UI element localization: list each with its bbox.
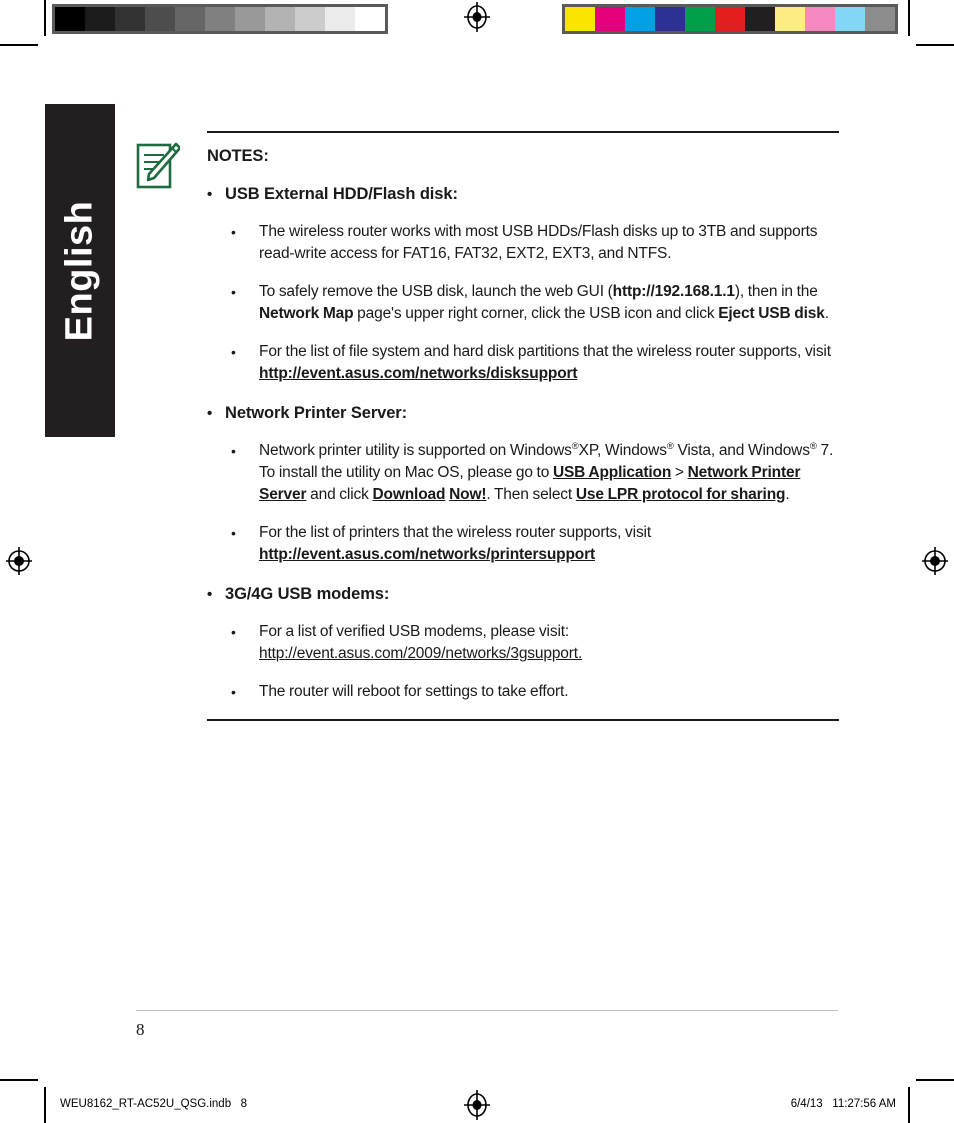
download-now-label-part2: Now! — [449, 486, 487, 503]
color-swatch-2 — [624, 7, 655, 31]
note-section-heading-3g-4g-usb-modems: • 3G/4G USB modems: — [207, 584, 839, 605]
grayscale-swatch-4 — [174, 7, 205, 31]
sub-bullet-marker: • — [231, 624, 236, 640]
download-now-label-part1: Download — [372, 486, 446, 503]
grayscale-swatch-2 — [114, 7, 145, 31]
grayscale-swatch-0 — [55, 7, 85, 31]
note-item: • The wireless router works with most US… — [231, 221, 839, 265]
registration-target-icon-top — [464, 2, 490, 32]
registration-target-icon-right — [922, 546, 948, 576]
crop-mark-bottom-left-vertical — [44, 1087, 46, 1123]
sub-bullet-marker: • — [231, 684, 236, 700]
eject-usb-disk-label: Eject USB disk — [718, 305, 825, 322]
color-swatch-4 — [684, 7, 715, 31]
grayscale-swatch-6 — [234, 7, 265, 31]
note-section-heading-label: USB External HDD/Flash disk: — [225, 185, 458, 203]
note-item-text: To safely remove the USB disk, launch th… — [259, 283, 829, 322]
crop-mark-top-left-vertical — [44, 0, 46, 36]
grayscale-calibration-bar — [52, 4, 388, 34]
registered-mark: ® — [809, 440, 817, 452]
color-swatch-9 — [834, 7, 865, 31]
sub-bullet-marker: • — [231, 344, 236, 360]
registration-target-icon-left — [6, 546, 32, 576]
bullet-marker: • — [207, 186, 213, 203]
grayscale-swatch-10 — [354, 7, 385, 31]
note-item: • For a list of verified USB modems, ple… — [231, 621, 839, 665]
note-section-heading-label: Network Printer Server: — [225, 404, 408, 422]
disksupport-url-part2[interactable]: disksupport — [490, 365, 577, 382]
bullet-marker: • — [207, 405, 213, 422]
gsupport-url[interactable]: http://event.asus.com/2009/networks/3gsu… — [259, 645, 582, 662]
page-number: 8 — [136, 1020, 145, 1039]
color-swatch-1 — [594, 7, 625, 31]
note-item-text: The router will reboot for settings to t… — [259, 683, 569, 700]
notes-heading: NOTES: — [207, 147, 269, 165]
note-pencil-icon — [136, 142, 180, 190]
note-section-heading-label: 3G/4G USB modems: — [225, 585, 390, 603]
crop-mark-bottom-right-vertical — [908, 1087, 910, 1123]
crop-mark-bottom-left-horizontal — [0, 1079, 38, 1081]
sub-bullet-marker: • — [231, 525, 236, 541]
page-footer-rule — [136, 1010, 838, 1011]
color-swatch-3 — [654, 7, 685, 31]
grayscale-swatch-1 — [84, 7, 115, 31]
bullet-marker: • — [207, 586, 213, 603]
color-swatch-0 — [565, 7, 595, 31]
note-item: • For the list of printers that the wire… — [231, 522, 839, 566]
grayscale-swatch-9 — [324, 7, 355, 31]
note-item-text: The wireless router works with most USB … — [259, 223, 818, 262]
note-section-heading-usb-external-hdd: • USB External HDD/Flash disk: — [207, 184, 839, 205]
footer-file-name: WEU8162_RT-AC52U_QSG.indb 8 — [60, 1098, 248, 1110]
note-item: • The router will reboot for settings to… — [231, 681, 839, 703]
note-item-text: For the list of printers that the wirele… — [259, 524, 651, 563]
registered-mark: ® — [571, 440, 579, 452]
grayscale-swatch-7 — [264, 7, 295, 31]
note-item: • To safely remove the USB disk, launch … — [231, 281, 839, 325]
printersupport-url[interactable]: http://event.asus.com/networks/printersu… — [259, 546, 595, 563]
note-item: • Network printer utility is supported o… — [231, 440, 839, 506]
crop-mark-top-right-vertical — [908, 0, 910, 36]
sub-bullet-marker: • — [231, 224, 236, 240]
footer-timestamp: 6/4/13 11:27:56 AM — [790, 1098, 896, 1110]
language-tab-label: English — [58, 200, 101, 341]
note-item-text: Network printer utility is supported on … — [259, 440, 834, 503]
color-swatch-10 — [864, 7, 895, 31]
color-swatch-7 — [774, 7, 805, 31]
note-item-text: For a list of verified USB modems, pleas… — [259, 623, 583, 662]
router-ip-url: http://192.168.1.1 — [612, 283, 735, 300]
network-map-label: Network Map — [259, 305, 354, 322]
grayscale-swatch-8 — [294, 7, 325, 31]
crop-mark-top-left-horizontal — [0, 44, 38, 46]
use-lpr-protocol-label: Use LPR protocol for sharing — [575, 486, 786, 503]
sub-bullet-marker: • — [231, 443, 236, 459]
language-tab-english: English — [45, 104, 115, 437]
color-calibration-bar — [562, 4, 898, 34]
grayscale-swatch-3 — [144, 7, 175, 31]
crop-mark-bottom-right-horizontal — [916, 1079, 954, 1081]
crop-mark-top-right-horizontal — [916, 44, 954, 46]
usb-application-label: USB Application — [552, 464, 672, 481]
registration-target-icon-bottom — [464, 1090, 490, 1120]
note-item-text: For the list of file system and hard dis… — [259, 343, 831, 382]
disksupport-url-part1[interactable]: http://event.asus.com/networks/ — [259, 365, 491, 382]
color-swatch-6 — [744, 7, 775, 31]
notes-block: NOTES: • USB External HDD/Flash disk: • … — [207, 131, 839, 721]
registered-mark: ® — [666, 440, 674, 452]
note-item: • For the list of file system and hard d… — [231, 341, 839, 385]
notes-bottom-rule — [207, 719, 839, 721]
sub-bullet-marker: • — [231, 284, 236, 300]
grayscale-swatch-5 — [204, 7, 235, 31]
color-swatch-8 — [804, 7, 835, 31]
note-section-heading-network-printer-server: • Network Printer Server: — [207, 403, 839, 424]
color-swatch-5 — [714, 7, 745, 31]
notes-top-rule — [207, 131, 839, 133]
